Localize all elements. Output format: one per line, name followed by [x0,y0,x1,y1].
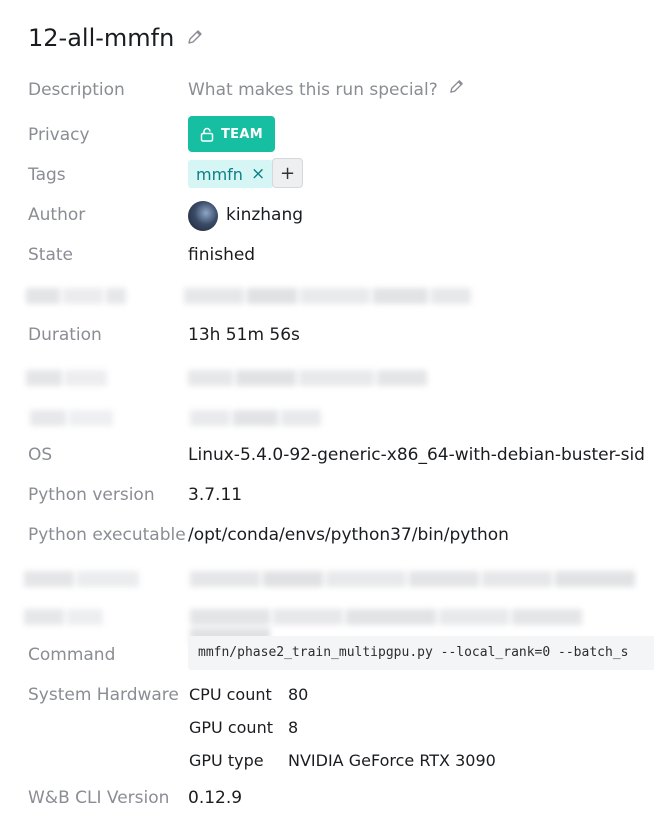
redacted-label [24,606,106,625]
redacted-label [26,367,110,386]
author-name[interactable]: kinzhang [226,200,303,230]
python-version-label: Python version [28,485,155,505]
redacted-value [188,367,430,386]
run-title: 12-all-mmfn [28,24,204,52]
hardware-key: CPU count [189,685,272,704]
duration-label: Duration [28,325,102,345]
add-tag-button[interactable]: + [272,158,303,188]
cli-version-value: 0.12.9 [188,788,243,808]
python-version-value: 3.7.11 [188,485,243,505]
redacted-value [190,568,638,587]
pencil-icon[interactable] [448,75,465,105]
hardware-value: NVIDIA GeForce RTX 3090 [288,751,496,770]
lock-icon [200,127,214,142]
privacy-label: Privacy [28,125,90,145]
avatar[interactable] [188,201,218,231]
pencil-icon[interactable] [186,24,204,52]
redacted-label [26,285,129,304]
duration-row: Duration 13h 51m 56s [0,320,654,350]
os-row: OS Linux-5.4.0-92-generic-x86_64-with-de… [0,440,654,470]
command-value[interactable]: mmfn/phase2_train_multipgpu.py --local_r… [188,636,654,670]
redacted-label [24,568,142,587]
plus-icon: + [279,162,296,184]
tag-chip: mmfn × [188,160,274,188]
os-value: Linux-5.4.0-92-generic-x86_64-with-debia… [188,445,645,465]
hardware-value: 80 [288,685,309,704]
command-row: Command mmfn/phase2_train_multipgpu.py -… [0,636,654,670]
description-row: Description What makes this run special? [0,75,654,105]
state-value: finished [188,245,256,265]
tag-label: mmfn [196,164,243,184]
python-version-row: Python version 3.7.11 [0,480,654,510]
state-label: State [28,245,73,265]
state-row: State finished [0,240,654,270]
system-hardware-label: System Hardware [28,685,179,705]
privacy-team-button[interactable]: TEAM [188,116,275,152]
hardware-gpu-count: GPU count 8 [189,716,298,740]
cli-version-label: W&B CLI Version [28,788,170,808]
hardware-key: GPU count [189,718,273,737]
python-executable-label: Python executable [28,525,186,545]
description-field[interactable]: What makes this run special? [188,75,465,105]
cli-version-row: W&B CLI Version 0.12.9 [0,783,654,813]
redacted-value [184,285,474,304]
tags-row: Tags mmfn × + [0,158,654,190]
hardware-cpu-count: CPU count 80 [189,683,308,707]
author-label: Author [28,205,86,225]
hardware-value: 8 [288,718,299,737]
hardware-key: GPU type [189,751,264,770]
os-label: OS [28,445,53,465]
command-label: Command [28,645,116,665]
duration-value: 13h 51m 56s [188,325,300,345]
description-placeholder: What makes this run special? [188,80,438,100]
author-row: Author kinzhang [0,200,654,231]
privacy-row: Privacy TEAM [0,116,654,152]
redacted-value [190,407,324,426]
system-hardware-row: System Hardware [0,680,654,710]
redacted-label [30,407,116,426]
description-label: Description [28,80,125,100]
run-name: 12-all-mmfn [28,24,175,52]
python-executable-row: Python executable /opt/conda/envs/python… [0,520,654,550]
hardware-gpu-type: GPU type NVIDIA GeForce RTX 3090 [189,749,496,773]
python-executable-value: /opt/conda/envs/python37/bin/python [188,525,509,545]
tags-label: Tags [28,165,66,185]
close-icon[interactable]: × [251,164,265,184]
privacy-button-label: TEAM [221,126,263,142]
